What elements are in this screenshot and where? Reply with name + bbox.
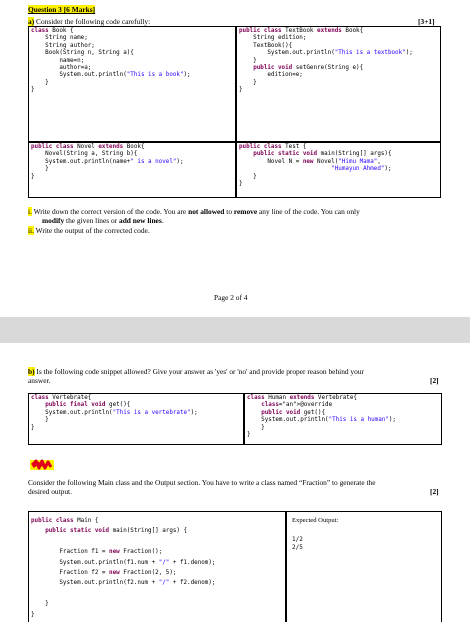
instruction-1-post: any line of the code. You can only: [257, 207, 360, 216]
question-title-text: Question 3 [6 Marks]: [28, 5, 96, 14]
expected-output-title: Expected Output:: [292, 517, 339, 524]
instruction-1-bold-add: add new lines: [119, 216, 162, 225]
instruction-2: ii. Write the output of the corrected co…: [28, 226, 150, 235]
instruction-1-bold-not-allowed: not allowed: [188, 207, 225, 216]
part-b-marks: [2]: [430, 376, 439, 385]
instruction-1-line2-mid: the given lines or: [64, 216, 119, 225]
part-a-text: Consider the following code carefully:: [34, 17, 151, 26]
fraction-marks: [2]: [430, 487, 439, 496]
part-b-text: Is the following code snippet allowed? G…: [34, 367, 364, 376]
code-book: class Book { String name; String author;…: [31, 28, 191, 94]
code-human: class Human extends Vertebrate{ class="a…: [247, 395, 396, 439]
question-title: Question 3 [6 Marks]: [28, 5, 96, 14]
instruction-1-line2-end: .: [161, 216, 164, 225]
code-box-test: public class Test { public static void m…: [236, 142, 441, 198]
exam-page-1: Question 3 [6 Marks] a) Consider the fol…: [0, 0, 470, 317]
redaction-scribble-icon: [30, 459, 54, 470]
code-textbook: public class TextBook extends Book{ Stri…: [239, 28, 413, 94]
expected-output-box: Expected Output: 1/2 2/5: [286, 511, 442, 622]
code-vertebrate: class Vertebrate{ public final void get(…: [31, 395, 198, 431]
instruction-1-bold-modify: modify: [42, 216, 65, 225]
code-test: public class Test { public static void m…: [239, 144, 392, 188]
code-box-human: class Human extends Vertebrate{ class="a…: [244, 393, 442, 445]
instruction-1-mid: to: [224, 207, 234, 216]
code-box-main: public class Main { public static void m…: [28, 511, 286, 622]
part-a-prompt: a) Consider the following code carefully…: [28, 17, 150, 26]
exam-page-2: b) Is the following code snippet allowed…: [0, 343, 470, 622]
part-b-label: b): [28, 367, 35, 376]
instruction-1-line2: modify the given lines or add new lines.: [42, 216, 164, 225]
instruction-1: i. Write down the correct version of the…: [28, 207, 360, 216]
instruction-1-bold-remove: remove: [233, 207, 258, 216]
code-box-textbook: public class TextBook extends Book{ Stri…: [236, 26, 441, 142]
fraction-prompt-line2: desired output.: [28, 487, 72, 496]
expected-output-line: 1/2: [292, 536, 303, 543]
instruction-1-text: Write down the correct version of the co…: [31, 207, 189, 216]
expected-output-lines: 1/2 2/5: [292, 536, 303, 552]
expected-output-line: 2/5: [292, 544, 303, 551]
code-box-book: class Book { String name; String author;…: [28, 26, 236, 142]
code-novel: public class Novel extends Book{ Novel(S…: [31, 144, 184, 180]
code-box-vertebrate: class Vertebrate{ public final void get(…: [28, 393, 244, 445]
code-main: public class Main { public static void m…: [31, 518, 216, 618]
fraction-prompt: Consider the following Main class and th…: [28, 478, 376, 487]
instruction-2-text: Write the output of the corrected code.: [33, 226, 150, 235]
part-b-prompt-line2: answer.: [28, 376, 51, 385]
page-footer: Page 2 of 4: [214, 293, 248, 302]
code-box-novel: public class Novel extends Book{ Novel(S…: [28, 142, 236, 198]
part-a-marks: [3+1]: [418, 17, 435, 26]
part-b-prompt: b) Is the following code snippet allowed…: [28, 367, 364, 376]
